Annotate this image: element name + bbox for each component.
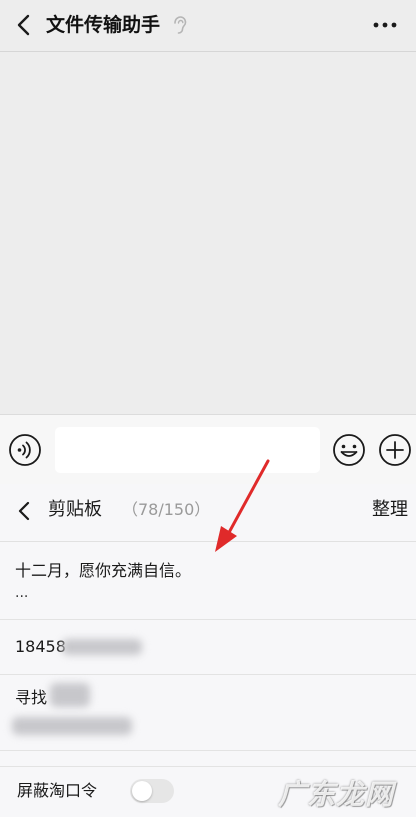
block-taobao-code-toggle[interactable]: [130, 779, 174, 803]
clipboard-item-text: 十二月，愿你充满自信。: [15, 561, 192, 580]
clipboard-item-text: 18458: [15, 637, 66, 656]
organize-button[interactable]: 整理: [372, 496, 408, 524]
message-input[interactable]: [55, 427, 320, 473]
clipboard-item-text: 寻找: [15, 688, 48, 707]
clipboard-count: （78/150）: [122, 500, 211, 519]
voice-icon: [9, 434, 41, 466]
redacted-text: [12, 717, 132, 735]
more-button[interactable]: [368, 10, 402, 40]
redacted-text: [62, 639, 142, 655]
clipboard-item[interactable]: 寻找: [0, 675, 416, 751]
clipboard-item-ellipsis: ...: [15, 585, 29, 601]
title-bar: 文件传输助手: [0, 0, 416, 52]
more-dots-icon: [373, 22, 397, 28]
emoji-icon: [333, 434, 365, 466]
clipboard-panel: 剪贴板 （78/150） 整理 十二月，愿你充满自信。 ... 18458 寻找…: [0, 484, 416, 817]
back-chevron-icon: [18, 501, 30, 521]
toggle-knob: [132, 781, 152, 801]
block-taobao-code-label: 屏蔽淘口令: [17, 781, 98, 800]
voice-button[interactable]: [8, 433, 42, 467]
clipboard-header: 剪贴板 （78/150） 整理: [0, 484, 416, 542]
clipboard-item[interactable]: 十二月，愿你充满自信。 ...: [0, 542, 416, 620]
clipboard-item[interactable]: 18458: [0, 620, 416, 675]
watermark-logo: 广东龙网: [278, 778, 395, 811]
clipboard-back-button[interactable]: [10, 496, 40, 526]
ear-icon: [172, 15, 188, 35]
clipboard-title: 剪贴板: [48, 499, 102, 520]
emoji-button[interactable]: [332, 433, 366, 467]
chat-messages-area[interactable]: [0, 52, 416, 414]
back-button[interactable]: [8, 8, 42, 42]
more-functions-button[interactable]: [378, 433, 412, 467]
plus-icon: [379, 434, 411, 466]
chat-title: 文件传输助手: [46, 14, 161, 36]
input-bar: [0, 414, 416, 484]
back-chevron-icon: [17, 14, 30, 36]
redacted-text: [50, 683, 90, 707]
